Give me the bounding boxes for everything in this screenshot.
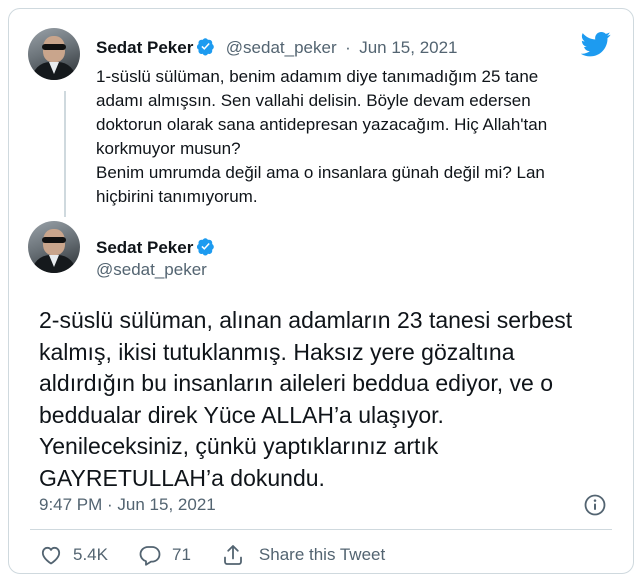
author-name[interactable]: Sedat Peker bbox=[96, 238, 193, 257]
tweet-line: beddualar direk Yüce ALLAH’a ulaşıyor. bbox=[39, 401, 444, 428]
author-name[interactable]: Sedat Peker bbox=[96, 38, 193, 57]
avatar-glasses bbox=[42, 237, 66, 243]
info-icon[interactable] bbox=[583, 493, 607, 517]
tweet-timestamp[interactable]: 9:47 PM · Jun 15, 2021 bbox=[39, 495, 216, 515]
reply-button[interactable]: 71 bbox=[138, 543, 191, 567]
tweet-line: Yenileceksiniz, çünkü yaptıklarınız artı… bbox=[39, 433, 439, 459]
twitter-bird-icon[interactable] bbox=[581, 29, 611, 59]
tweet-line: aldırdığın bu insanların aileleri beddua… bbox=[39, 370, 554, 396]
share-label: Share this Tweet bbox=[258, 545, 386, 564]
parent-tweet-text: 1-süslü sülüman, benim adamım diye tanım… bbox=[96, 65, 596, 209]
separator-dot: · bbox=[345, 38, 351, 57]
author-handle[interactable]: @sedat_peker bbox=[96, 260, 207, 280]
tweet-line: hiçbirini tanımıyorum. bbox=[96, 187, 258, 206]
reply-count: 71 bbox=[171, 545, 191, 564]
tweet-line: GAYRETULLAH’a dokundu. bbox=[39, 464, 325, 491]
reply-bubble-icon bbox=[139, 546, 161, 566]
avatar[interactable] bbox=[28, 221, 80, 273]
heart-icon bbox=[41, 546, 61, 565]
verified-badge-icon bbox=[197, 238, 215, 256]
share-button[interactable]: Share this Tweet bbox=[221, 543, 385, 567]
main-tweet-author: Sedat Peker bbox=[96, 237, 215, 258]
avatar[interactable] bbox=[28, 28, 80, 80]
parent-tweet-date[interactable]: Jun 15, 2021 bbox=[359, 38, 457, 57]
tweet-line: 1-süslü sülüman, benim adamım diye tanım… bbox=[96, 67, 539, 86]
tweet-line: Benim umrumda değil ama o insanlara güna… bbox=[96, 163, 545, 182]
like-button[interactable]: 5.4K bbox=[39, 543, 108, 567]
avatar-glasses bbox=[42, 44, 66, 50]
author-handle[interactable]: @sedat_peker bbox=[226, 38, 337, 57]
share-upload-icon bbox=[224, 545, 242, 565]
verified-badge-icon bbox=[197, 38, 215, 56]
tweet-line: doktorun olarak sana antidepresan yazaca… bbox=[96, 115, 548, 134]
tweet-actions: 5.4K 71 Share this Tweet bbox=[39, 543, 415, 567]
like-count: 5.4K bbox=[73, 545, 108, 564]
tweet-line: adamı almışsın. Sen vallahi delisin. Böy… bbox=[96, 91, 531, 110]
main-tweet-text: 2-süslü sülüman, alınan adamların 23 tan… bbox=[39, 305, 614, 494]
tweet-embed-card: Sedat Peker @sedat_peker · Jun 15, 2021 … bbox=[8, 8, 634, 574]
tweet-line: 2-süslü sülüman, alınan adamların 23 tan… bbox=[39, 307, 573, 333]
divider bbox=[30, 529, 612, 530]
thread-connector-line bbox=[64, 91, 66, 217]
tweet-line: korkmuyor musun? bbox=[96, 139, 241, 158]
tweet-line: kalmış, ikisi tutuklanmış. Haksız yere g… bbox=[39, 338, 515, 365]
parent-tweet-header: Sedat Peker @sedat_peker · Jun 15, 2021 bbox=[96, 37, 458, 58]
